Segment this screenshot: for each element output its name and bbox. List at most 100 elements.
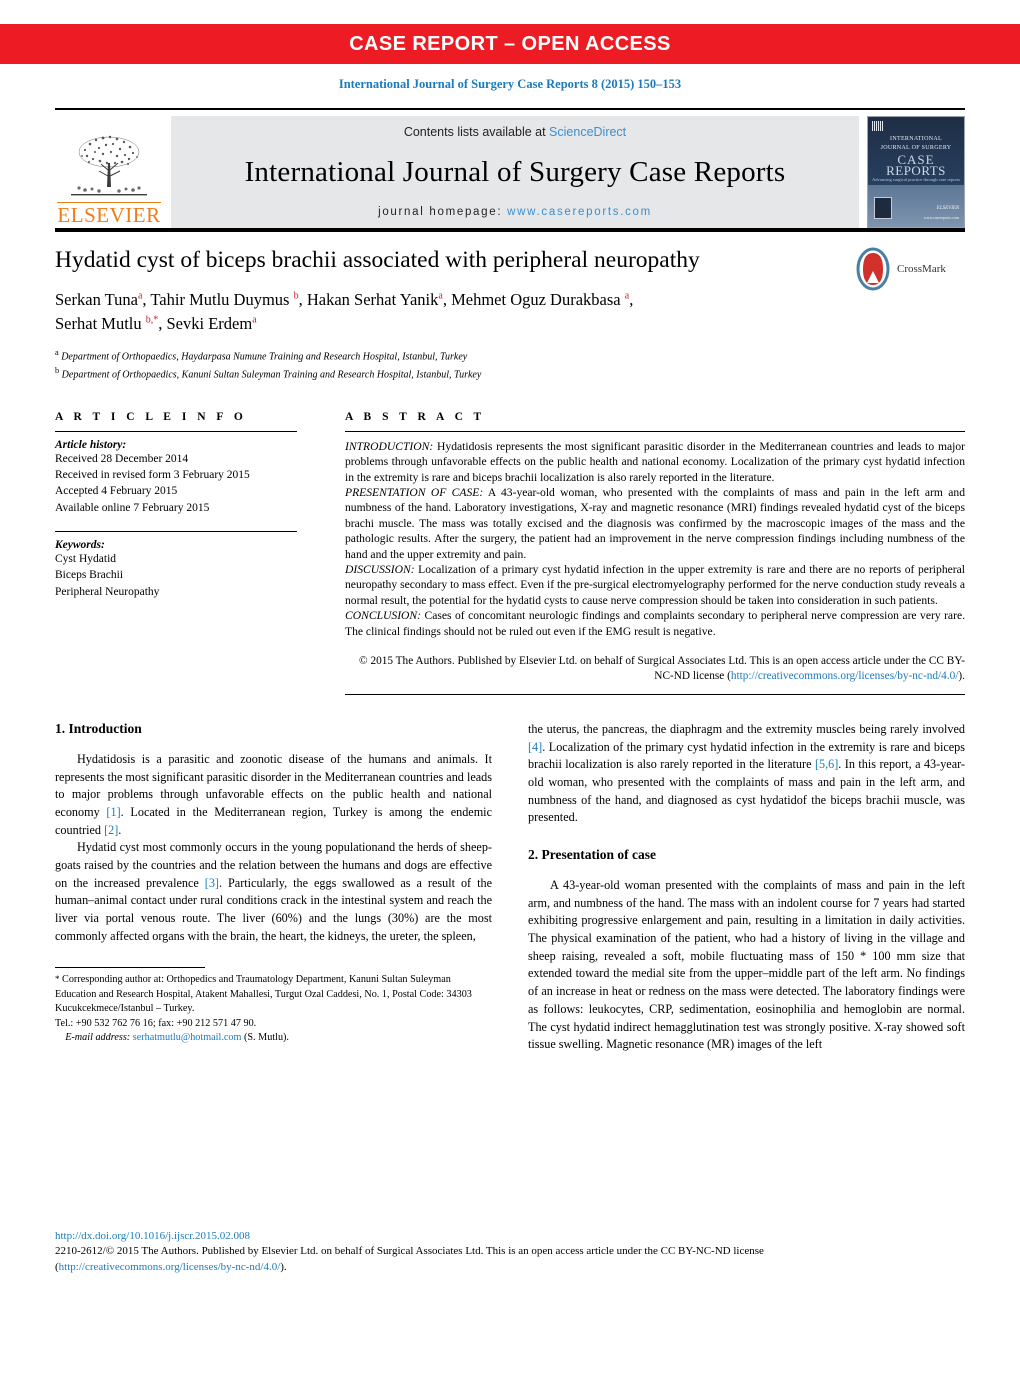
homepage-url-link[interactable]: www.casereports.com	[507, 206, 652, 218]
article-history-label: Article history:	[55, 438, 127, 451]
abstract-label-introduction: INTRODUCTION:	[345, 439, 434, 453]
abstract-rule	[345, 430, 965, 432]
citation-ref-5-6[interactable]: [5,6]	[815, 757, 838, 771]
abstract-text-conclusion: Cases of concomitant neurologic findings…	[345, 609, 965, 638]
masthead-bottom-rule	[55, 228, 965, 232]
affil-marker-a: a	[55, 348, 59, 358]
intro-paragraph-2: Hydatid cyst most commonly occurs in the…	[55, 839, 492, 945]
presentation-paragraph-1: A 43-year-old woman presented with the c…	[528, 878, 965, 1052]
affiliation-b-text: Department of Orthopaedics, Kanuni Sulta…	[61, 369, 482, 381]
affil-marker-b: b	[55, 365, 60, 375]
footer-license-link[interactable]: http://creativecommons.org/licenses/by-n…	[59, 1261, 281, 1273]
elsevier-tree-icon	[71, 135, 147, 196]
history-accepted: Accepted 4 February 2015	[55, 485, 178, 498]
cover-url: www.casereports.com	[923, 215, 959, 220]
abstract-license-notice: © 2015 The Authors. Published by Elsevie…	[345, 654, 965, 685]
intro-paragraph-1: Hydatidosis is a parasitic and zoonotic …	[55, 751, 492, 839]
license-text-trailing: ).	[958, 670, 965, 683]
footnote-address: Corresponding author at: Orthopedics and…	[55, 974, 472, 1015]
abstract-text-discussion: Localization of a primary cyst hydatid i…	[345, 562, 965, 607]
footnote-email-link[interactable]: serhatmutlu@hotmail.com	[133, 1032, 242, 1043]
abstract-text-introduction: Hydatidosis represents the most signific…	[345, 439, 965, 484]
section-heading-introduction: 1. Introduction	[55, 720, 142, 736]
affiliation-a: a Department of Orthopaedics, Haydarpasa…	[55, 347, 965, 365]
abstract-section-discussion: DISCUSSION: Localization of a primary cy…	[345, 562, 965, 608]
crossmark-badge[interactable]: CrossMark	[853, 244, 965, 294]
footnote-email-suffix: (S. Mutlu).	[241, 1032, 289, 1044]
abstract-heading: A B S T R A C T	[345, 410, 486, 423]
license-link[interactable]: http://creativecommons.org/licenses/by-n…	[731, 670, 959, 682]
cover-line-1: INTERNATIONAL	[890, 135, 942, 142]
banner-label: CASE REPORT – OPEN ACCESS	[349, 32, 671, 55]
author-affil-marker: a	[438, 290, 443, 302]
journal-title: International Journal of Surgery Case Re…	[244, 156, 786, 188]
page-title: Hydatid cyst of biceps brachii associate…	[55, 247, 700, 273]
history-received: Received 28 December 2014	[55, 452, 189, 465]
abstract-section-presentation: PRESENTATION OF CASE: A 43-year-old woma…	[345, 485, 965, 562]
article-body: 1. Introduction Hydatidosis is a parasit…	[55, 721, 965, 1054]
cover-crest-icon	[874, 197, 892, 219]
contents-available-line: Contents lists available at ScienceDirec…	[404, 125, 626, 139]
title-block: CrossMark Hydatid cyst of biceps brachii…	[55, 246, 965, 383]
history-online: Available online 7 February 2015	[55, 501, 210, 514]
elsevier-wordmark: ELSEVIER	[57, 201, 161, 227]
journal-citation: International Journal of Surgery Case Re…	[338, 77, 682, 91]
footer-license-close: ).	[280, 1260, 287, 1273]
sciencedirect-link[interactable]: ScienceDirect	[549, 125, 626, 139]
section-heading-presentation: 2. Presentation of case	[528, 847, 656, 863]
keyword-2: Biceps Brachii	[55, 569, 124, 582]
citation-ref-2[interactable]: [2]	[104, 823, 118, 837]
keywords-label: Keywords:	[55, 539, 105, 551]
footnote-email-label: E-mail address:	[65, 1032, 131, 1044]
cover-brand: ELSEVIER	[936, 206, 959, 211]
history-revised: Received in revised form 3 February 2015	[55, 469, 250, 482]
homepage-prefix: journal homepage:	[378, 206, 508, 218]
body-left-column: 1. Introduction Hydatidosis is a parasit…	[55, 721, 492, 1054]
corresponding-author-star: *	[153, 314, 159, 326]
abstract-label-conclusion: CONCLUSION:	[345, 609, 422, 623]
contents-prefix: Contents lists available at	[403, 125, 550, 139]
cover-line-2: JOURNAL OF SURGERY	[880, 144, 952, 151]
citation-ref-1[interactable]: [1]	[106, 805, 120, 819]
cover-barcode-mark	[872, 121, 884, 131]
journal-cover-thumbnail[interactable]: INTERNATIONAL JOURNAL OF SURGERY CASE RE…	[867, 116, 965, 228]
article-info-column: A R T I C L E I N F O Article history: R…	[55, 411, 297, 695]
abstract-label-discussion: DISCUSSION:	[345, 562, 415, 576]
keyword-1: Cyst Hydatid	[55, 553, 117, 565]
info-abstract-region: A R T I C L E I N F O Article history: R…	[55, 411, 965, 695]
page-footer: http://dx.doi.org/10.1016/j.ijscr.2015.0…	[55, 1229, 965, 1275]
intro-p1-text-c: .	[118, 822, 122, 837]
citation-ref-3[interactable]: [3]	[205, 876, 219, 890]
open-access-banner: CASE REPORT – OPEN ACCESS	[0, 24, 1020, 64]
abstract-section-conclusion: CONCLUSION: Cases of concomitant neurolo…	[345, 608, 965, 639]
cover-tagline: Advancing surgical practice through case…	[871, 176, 960, 182]
abstract-label-presentation: PRESENTATION OF CASE:	[345, 485, 484, 499]
intro-paragraph-continued: the uterus, the pancreas, the diaphragm …	[528, 721, 965, 827]
author-affil-marker: a	[624, 290, 630, 302]
author-affil-marker: a	[137, 290, 143, 302]
footnote-tel: Tel.: +90 532 762 76 16; fax: +90 212 57…	[55, 1017, 257, 1029]
author-affil-marker: a	[252, 314, 257, 326]
cover-line-4: REPORTS	[886, 163, 946, 179]
journal-masthead: ELSEVIER Contents lists available at Sci…	[55, 108, 965, 228]
abstract-bottom-rule	[345, 693, 965, 695]
citation-ref-4[interactable]: [4]	[528, 740, 542, 754]
elsevier-logo: ELSEVIER	[55, 116, 163, 228]
masthead-center-panel: Contents lists available at ScienceDirec…	[171, 116, 859, 228]
journal-homepage-line: journal homepage: www.casereports.com	[378, 206, 652, 218]
abstract-column: A B S T R A C T INTRODUCTION: Hydatidosi…	[345, 411, 965, 695]
keyword-3: Peripheral Neuropathy	[55, 585, 160, 598]
doi-link[interactable]: http://dx.doi.org/10.1016/j.ijscr.2015.0…	[55, 1230, 250, 1242]
author-list: Serkan Tunaa, Tahir Mutlu Duymus b, Haka…	[55, 290, 634, 333]
footnote-separator	[55, 967, 205, 969]
crossmark-label: CrossMark	[897, 263, 946, 275]
right-p1-text-a: the uterus, the pancreas, the diaphragm …	[528, 721, 965, 736]
crossmark-icon	[856, 247, 890, 291]
author-affil-marker: b,*	[145, 314, 159, 326]
abstract-section-introduction: INTRODUCTION: Hydatidosis represents the…	[345, 439, 965, 485]
keywords-rule	[55, 531, 297, 532]
affiliation-b: b Department of Orthopaedics, Kanuni Sul…	[55, 365, 965, 383]
article-info-heading: A R T I C L E I N F O	[55, 410, 247, 423]
affiliation-a-text: Department of Orthopaedics, Haydarpasa N…	[61, 351, 468, 363]
